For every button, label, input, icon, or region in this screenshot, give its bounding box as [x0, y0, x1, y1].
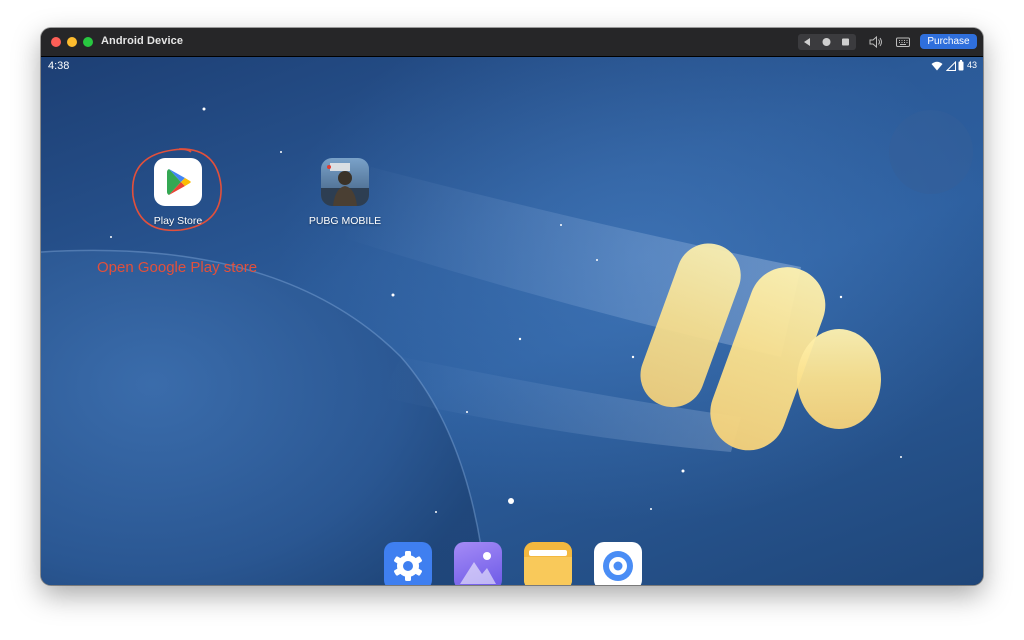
app-pubg-mobile[interactable]: PUBG MOBILE	[297, 158, 393, 227]
keyboard-icon	[896, 37, 910, 47]
dock-gallery[interactable]	[454, 542, 502, 585]
home-button[interactable]	[817, 34, 836, 50]
window-titlebar: Android Device Purchase	[41, 28, 983, 57]
recents-button[interactable]	[836, 34, 855, 50]
home-circle-icon	[822, 38, 831, 46]
keyboard-button[interactable]	[895, 34, 911, 50]
battery-level: 43	[966, 60, 977, 70]
back-button[interactable]	[798, 34, 817, 50]
wallpaper	[41, 107, 973, 585]
dock-browser[interactable]	[594, 542, 642, 585]
annotation-text: Open Google Play store	[97, 259, 258, 276]
window-title: Android Device	[101, 35, 184, 47]
settings-icon	[394, 551, 422, 581]
status-time: 4:38	[48, 60, 70, 72]
pubg-mobile-icon	[321, 158, 369, 206]
maximize-window-button[interactable]	[83, 37, 93, 47]
android-home-screen: 4:38 43 Play Store PUBG MOBILE Open Goog…	[41, 57, 983, 585]
speaker-icon	[869, 35, 882, 49]
wifi-icon	[931, 61, 943, 71]
dock-settings[interactable]	[384, 542, 432, 585]
volume-button[interactable]	[868, 34, 884, 50]
android-emulator-window: Android Device Purchase 4:38 43 Play Sto…	[41, 28, 983, 585]
status-icons: 43	[931, 60, 977, 74]
files-icon	[524, 542, 572, 585]
browser-icon	[603, 551, 633, 581]
back-icon	[804, 38, 810, 46]
dock-files[interactable]	[524, 542, 572, 585]
page-indicator	[508, 498, 514, 504]
recents-square-icon	[842, 38, 849, 46]
close-window-button[interactable]	[51, 37, 61, 47]
battery-icon	[958, 60, 964, 71]
signal-icon	[945, 60, 956, 71]
annotation-circle	[131, 148, 222, 232]
gallery-icon	[460, 552, 496, 584]
purchase-button[interactable]: Purchase	[920, 34, 977, 49]
app-label: PUBG MOBILE	[308, 215, 382, 227]
minimize-window-button[interactable]	[67, 37, 77, 47]
android-nav-controls	[798, 34, 856, 50]
